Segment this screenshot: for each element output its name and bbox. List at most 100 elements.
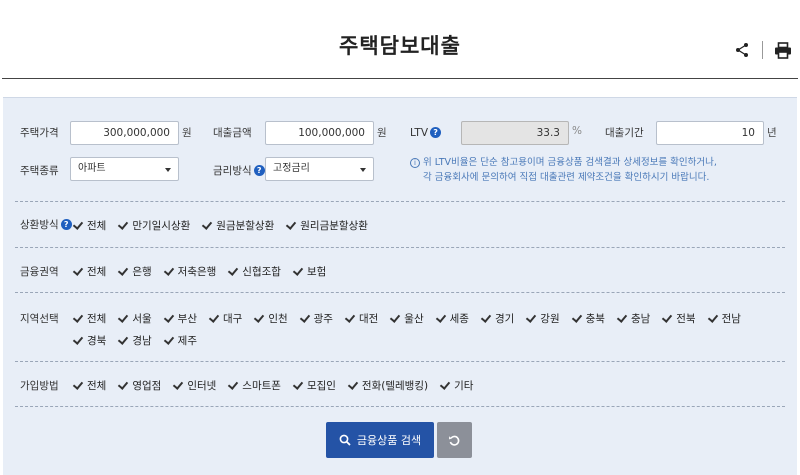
option-label: 인천 [268, 312, 288, 325]
option-label: 경기 [494, 312, 515, 325]
repayment-option[interactable]: 원금분할상환 [201, 217, 274, 233]
check-icon [707, 313, 718, 324]
option-label: 전체 [87, 219, 107, 232]
region-option[interactable]: 울산 [389, 310, 423, 326]
region-option[interactable]: 인천 [253, 310, 287, 326]
loan-period-label: 대출기간 [605, 127, 644, 139]
ltv-label: LTV [410, 127, 429, 139]
region-option[interactable]: 경기 [480, 310, 514, 326]
print-icon[interactable] [772, 40, 794, 60]
region-option[interactable]: 서울 [117, 310, 151, 326]
divider [15, 201, 785, 202]
sector-options: 전체 은행 저축은행 신협조합 보험 [72, 263, 772, 279]
rate-type-select[interactable]: 고정금리 [265, 157, 374, 181]
option-label: 전체 [87, 265, 107, 278]
search-button[interactable]: 금융상품 검색 [326, 422, 434, 458]
check-icon [389, 313, 400, 324]
option-label: 경북 [87, 334, 107, 347]
option-label: 전북 [676, 312, 696, 325]
ltv-help-icon[interactable]: ? [430, 127, 442, 138]
option-label: 광주 [313, 312, 333, 325]
region-option[interactable]: 세종 [435, 310, 469, 326]
option-label: 전화(텔레뱅킹) [361, 379, 429, 392]
check-icon [117, 335, 128, 346]
region-option[interactable]: 광주 [299, 310, 333, 326]
repayment-option[interactable]: 원리금분할상환 [285, 217, 368, 233]
join-option[interactable]: 기타 [439, 377, 473, 393]
divider [15, 292, 785, 293]
option-label: 세종 [449, 312, 469, 325]
check-icon [292, 380, 303, 391]
chevron-down-icon [360, 168, 366, 172]
region-option[interactable]: 전남 [707, 310, 741, 326]
check-icon [292, 266, 303, 277]
option-label: 원리금분할상환 [300, 219, 368, 232]
region-option[interactable]: 전북 [661, 310, 695, 326]
check-icon [347, 380, 358, 391]
repayment-option[interactable]: 만기일시상환 [117, 217, 190, 233]
house-type-select[interactable]: 아파트 [70, 157, 179, 181]
repayment-help-icon[interactable]: ? [60, 219, 72, 230]
check-icon [72, 335, 83, 346]
join-option[interactable]: 인터넷 [172, 377, 216, 393]
rate-type-label: 금리방식 [213, 165, 252, 177]
loan-amount-input[interactable]: 100,000,000 [265, 121, 374, 145]
search-button-label: 금융상품 검색 [356, 434, 422, 447]
check-icon [571, 313, 582, 324]
check-icon [117, 266, 128, 277]
option-label: 스마트폰 [242, 379, 281, 392]
loan-period-input[interactable]: 10 [656, 121, 764, 145]
divider [15, 247, 785, 248]
region-option[interactable]: 대구 [208, 310, 242, 326]
check-icon [344, 313, 355, 324]
option-label: 대구 [222, 312, 243, 325]
loan-amount-unit: 원 [377, 127, 387, 139]
check-icon [253, 313, 264, 324]
join-option[interactable]: 모집인 [292, 377, 336, 393]
ltv-notice: i위 LTV비율은 단순 참고용이며 금융상품 검색결과 상세정보를 확인하거나… [410, 155, 750, 185]
option-label: 대전 [358, 312, 379, 325]
option-label: 전남 [721, 312, 741, 325]
region-option[interactable]: 경남 [117, 332, 151, 348]
header: 주택담보대출 [0, 0, 800, 80]
check-icon [661, 313, 672, 324]
option-label: 충북 [585, 312, 605, 325]
region-option[interactable]: 제주 [163, 332, 197, 348]
rate-help-icon[interactable]: ? [253, 165, 265, 176]
join-option[interactable]: 전화(텔레뱅킹) [347, 377, 428, 393]
divider [15, 361, 785, 362]
sector-label: 금융권역 [20, 266, 59, 278]
option-label: 강원 [540, 312, 560, 325]
region-option[interactable]: 전체 [72, 310, 106, 326]
region-option[interactable]: 충남 [616, 310, 650, 326]
share-icon[interactable] [731, 40, 753, 60]
sector-option[interactable]: 신협조합 [227, 263, 281, 279]
region-option[interactable]: 대전 [344, 310, 378, 326]
join-option[interactable]: 스마트폰 [227, 377, 281, 393]
sector-option[interactable]: 전체 [72, 263, 106, 279]
join-option[interactable]: 전체 [72, 377, 106, 393]
check-icon [72, 313, 83, 324]
check-icon [201, 220, 212, 231]
repayment-option[interactable]: 전체 [72, 217, 106, 233]
join-option[interactable]: 영업점 [117, 377, 161, 393]
region-option[interactable]: 충북 [571, 310, 605, 326]
sector-option[interactable]: 은행 [117, 263, 151, 279]
check-icon [525, 313, 536, 324]
sector-option[interactable]: 보험 [292, 263, 326, 279]
sector-option[interactable]: 저축은행 [163, 263, 217, 279]
check-icon [208, 313, 219, 324]
region-option[interactable]: 강원 [525, 310, 559, 326]
chevron-down-icon [165, 168, 171, 172]
region-option[interactable]: 경북 [72, 332, 106, 348]
ltv-unit: % [572, 125, 582, 137]
option-label: 인터넷 [187, 379, 217, 392]
house-price-input[interactable]: 300,000,000 [70, 121, 179, 145]
check-icon [480, 313, 491, 324]
ltv-label-wrap: LTV? [410, 127, 442, 139]
repayment-options: 전체 만기일시상환 원금분할상환 원리금분할상환 [72, 217, 772, 233]
region-option[interactable]: 부산 [163, 310, 197, 326]
check-icon [117, 313, 128, 324]
check-icon [72, 220, 83, 231]
reset-button[interactable] [437, 422, 472, 458]
